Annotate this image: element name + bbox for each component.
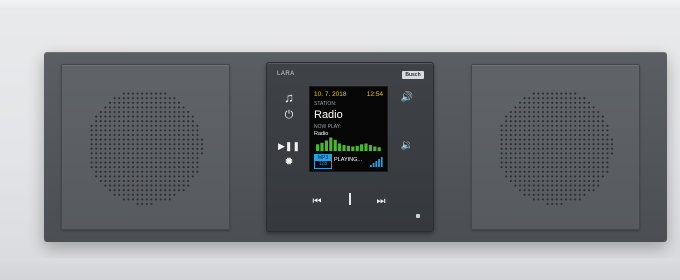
eq-bar	[333, 139, 337, 152]
eq-bar	[377, 147, 381, 152]
eq-bar	[342, 145, 346, 151]
signal-strength-icon	[370, 157, 383, 167]
eq-bar	[368, 145, 372, 151]
equalizer-visualizer	[316, 137, 381, 152]
signal-bar	[370, 165, 372, 167]
format-badge: MP3 128	[314, 154, 332, 169]
lcd-display: 10. 7. 2018 12:54 STATION: Radio NOW PLA…	[309, 86, 388, 172]
signal-bar	[378, 159, 380, 167]
radio-module: LARA Busch ♫ ⏻ ▶❚❚ ✹ 🔊 🔉 10. 7. 2018 12:…	[266, 62, 434, 232]
eq-bar	[351, 146, 355, 151]
eq-bar	[320, 142, 324, 152]
music-note-icon[interactable]: ♫	[281, 91, 297, 104]
playback-status: PLAYING...	[334, 157, 363, 163]
eq-bar	[360, 144, 364, 152]
left-speaker-grille	[90, 92, 204, 206]
eq-bar	[316, 144, 320, 152]
eq-bar	[364, 143, 368, 151]
manufacturer-logo: Busch	[402, 71, 424, 79]
eq-bar	[329, 137, 333, 151]
wall-top-shade	[0, 0, 680, 10]
eq-bar	[373, 146, 377, 151]
right-speaker	[471, 64, 640, 230]
volume-up-icon[interactable]: 🔊	[399, 92, 415, 104]
eq-bar	[338, 143, 342, 151]
left-speaker	[61, 64, 230, 230]
status-led	[416, 214, 420, 218]
right-speaker-grille	[500, 92, 614, 206]
signal-bar	[380, 157, 383, 167]
eq-bar	[355, 145, 359, 152]
volume-down-icon[interactable]: 🔉	[399, 140, 415, 152]
format-bitrate: 128	[318, 161, 328, 167]
signal-bar	[375, 161, 378, 167]
play-pause-icon[interactable]: ▶❚❚	[278, 140, 300, 152]
power-icon[interactable]: ⏻	[281, 109, 297, 121]
wall-bottom	[0, 258, 680, 280]
previous-icon[interactable]: ⏮	[307, 196, 327, 208]
eq-bar	[346, 145, 350, 152]
eq-bar	[324, 140, 328, 151]
next-icon[interactable]: ⏭	[371, 196, 391, 208]
brand-label: LARA	[277, 71, 295, 77]
gear-icon[interactable]: ✹	[281, 156, 297, 168]
signal-bar	[372, 163, 375, 167]
control-divider	[349, 193, 351, 205]
triple-wall-frame: LARA Busch ♫ ⏻ ▶❚❚ ✹ 🔊 🔉 10. 7. 2018 12:…	[44, 52, 667, 242]
